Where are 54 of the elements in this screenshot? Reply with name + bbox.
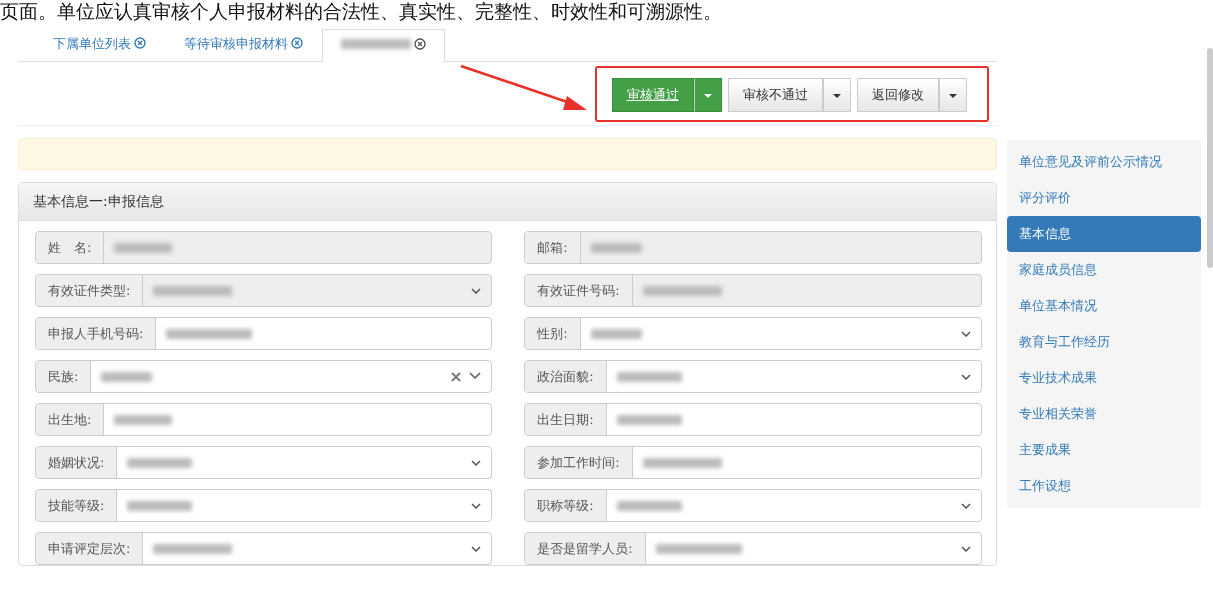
- sidebar-item[interactable]: 基本信息: [1006, 216, 1201, 252]
- action-button[interactable]: 审核不通过: [727, 78, 823, 112]
- action-button[interactable]: 返回修改: [856, 78, 939, 112]
- sidebar-item[interactable]: 教育与工作经历: [1006, 324, 1201, 360]
- chevron-down-icon: [960, 502, 971, 509]
- input-field[interactable]: 出生地:: [35, 403, 493, 436]
- input-field[interactable]: 参加工作时间:: [524, 446, 982, 479]
- sidebar-item[interactable]: 单位基本情况: [1006, 288, 1201, 324]
- sidebar-item[interactable]: 评分评价: [1006, 180, 1201, 216]
- tab[interactable]: [322, 29, 445, 62]
- select-field[interactable]: 民族:: [35, 360, 493, 393]
- sidebar-item[interactable]: 工作设想: [1006, 468, 1201, 504]
- dropdown-toggle[interactable]: [822, 78, 851, 112]
- chevron-down-icon: [471, 459, 482, 466]
- close-icon: [134, 37, 146, 50]
- dropdown-toggle[interactable]: [938, 78, 967, 112]
- chevron-down-icon: [471, 287, 482, 294]
- sidebar-item[interactable]: 专业相关荣誉: [1006, 396, 1201, 432]
- close-icon: [414, 38, 426, 50]
- select-field[interactable]: 政治面貌:: [524, 360, 982, 393]
- caret-icon: [948, 93, 957, 98]
- sidebar-item[interactable]: 单位意见及评前公示情况: [1006, 144, 1201, 180]
- select-field[interactable]: 是否是留学人员:: [524, 532, 982, 565]
- input-field[interactable]: 出生日期:: [524, 403, 982, 436]
- tab[interactable]: 等待审核申报材料: [165, 24, 322, 61]
- caption-text: 页面。单位应认真审核个人申报材料的合法性、真实性、完整性、时效性和可溯源性。: [0, 0, 722, 22]
- select-field[interactable]: 有效证件类型:: [35, 274, 493, 307]
- select-field[interactable]: 职称等级:: [524, 489, 982, 522]
- sidebar-item[interactable]: 专业技术成果: [1006, 360, 1201, 396]
- blurred-value: [341, 39, 411, 49]
- select-field[interactable]: 技能等级:: [35, 489, 493, 522]
- scrollbar[interactable]: [1207, 48, 1213, 268]
- tab[interactable]: 下属单位列表: [34, 24, 165, 61]
- chevron-down-icon: [960, 373, 971, 380]
- chevron-down-icon: [471, 502, 482, 509]
- clear-icon: [451, 371, 462, 382]
- select-field[interactable]: 性别:: [524, 317, 982, 350]
- select-field[interactable]: 申请评定层次:: [35, 532, 493, 565]
- input-field[interactable]: 邮箱:: [524, 231, 982, 264]
- chevron-down-icon: [960, 545, 971, 552]
- caret-icon: [832, 93, 841, 98]
- sidebar-item[interactable]: 家庭成员信息: [1006, 252, 1201, 288]
- input-field[interactable]: 有效证件号码:: [524, 274, 982, 307]
- input-field[interactable]: 姓 名:: [35, 231, 493, 264]
- chevron-down-icon: [960, 330, 971, 337]
- select-field[interactable]: 婚姻状况:: [35, 446, 493, 479]
- chevron-down-icon: [469, 371, 482, 379]
- input-field[interactable]: 申报人手机号码:: [35, 317, 493, 350]
- caret-icon: [703, 93, 712, 98]
- close-icon: [291, 37, 303, 50]
- panel-title: 基本信息一:申报信息: [19, 183, 996, 221]
- dropdown-toggle[interactable]: [693, 78, 722, 112]
- sidebar-item[interactable]: 主要成果: [1006, 432, 1201, 468]
- chevron-down-icon: [471, 545, 482, 552]
